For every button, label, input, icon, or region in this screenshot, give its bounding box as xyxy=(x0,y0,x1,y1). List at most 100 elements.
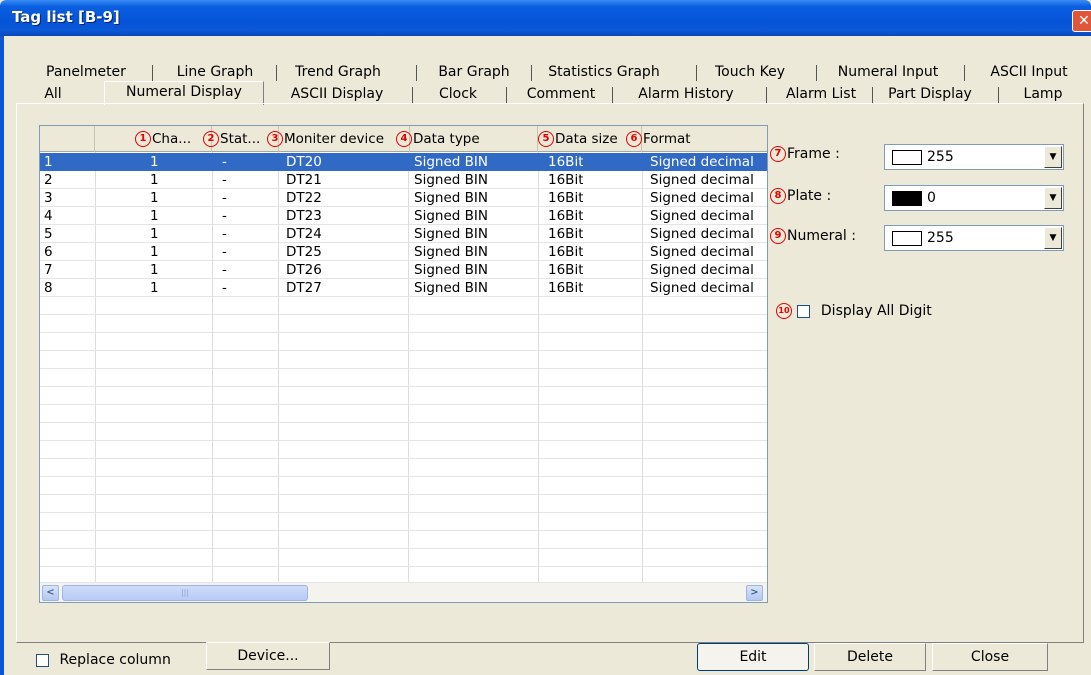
numeral-color-select[interactable]: 255 ▼ xyxy=(884,225,1064,251)
numeral-label: Numeral : xyxy=(787,228,856,244)
cell-device: DT23 xyxy=(286,208,322,224)
table-row[interactable]: 5 1 - DT24 Signed BIN 16Bit Signed decim… xyxy=(40,225,767,243)
tab-separator xyxy=(816,65,817,81)
table-row[interactable]: 6 1 - DT25 Signed BIN 16Bit Signed decim… xyxy=(40,243,767,261)
tab-statistics-graph[interactable]: Statistics Graph xyxy=(539,62,669,82)
cell-index: 2 xyxy=(44,172,53,188)
header-monitor-device[interactable]: 3 Moniter device xyxy=(267,126,410,152)
grid-row-line xyxy=(40,314,767,315)
grid-row-line xyxy=(40,404,767,405)
tab-line-graph[interactable]: Line Graph xyxy=(170,62,260,82)
title-bar: Tag list [B-9] xyxy=(0,0,1091,36)
chevron-down-icon[interactable]: ▼ xyxy=(1044,227,1062,249)
close-button[interactable]: Close xyxy=(932,643,1048,671)
tab-part-display[interactable]: Part Display xyxy=(878,84,982,104)
replace-column-checkbox[interactable] xyxy=(36,653,49,667)
tab-panelmeter[interactable]: Panelmeter xyxy=(40,62,132,82)
header-format[interactable]: 6 Format xyxy=(626,126,767,152)
cell-station: - xyxy=(222,244,227,260)
tab-alarm-list[interactable]: Alarm List xyxy=(780,84,862,104)
grid-row-line xyxy=(40,350,767,351)
header-channel[interactable]: 1 Cha... xyxy=(95,126,212,152)
tab-ascii-display[interactable]: ASCII Display xyxy=(284,84,390,104)
chevron-down-icon[interactable]: ▼ xyxy=(1044,146,1062,168)
close-window-icon[interactable]: ✕ xyxy=(1072,10,1091,32)
cell-data-type: Signed BIN xyxy=(414,226,488,242)
cell-station: - xyxy=(222,280,227,296)
tab-trend-graph[interactable]: Trend Graph xyxy=(286,62,390,82)
delete-button[interactable]: Delete xyxy=(814,643,926,671)
tab-separator xyxy=(531,65,532,81)
table-row[interactable]: 1 1 - DT20 Signed BIN 16Bit Signed decim… xyxy=(40,153,767,171)
frame-color-select[interactable]: 255 ▼ xyxy=(884,144,1064,170)
cell-data-size: 16Bit xyxy=(548,172,584,188)
grid-row-line xyxy=(40,422,767,423)
marker-7-icon: 7 xyxy=(770,146,786,162)
tab-separator xyxy=(872,87,873,103)
device-button[interactable]: Device... xyxy=(206,642,330,670)
grid-row-line xyxy=(40,458,767,459)
cell-device: DT27 xyxy=(286,280,322,296)
cell-format: Signed decimal xyxy=(650,226,754,242)
cell-station: - xyxy=(222,262,227,278)
replace-column-group[interactable]: Replace column xyxy=(36,652,171,668)
frame-color-value: 255 xyxy=(927,149,954,165)
cell-format: Signed decimal xyxy=(650,244,754,260)
tab-separator xyxy=(964,65,965,81)
plate-color-value: 0 xyxy=(927,190,936,206)
tab-numeral-display[interactable]: Numeral Display xyxy=(104,81,264,105)
grid-row-line xyxy=(40,512,767,513)
tab-alarm-history[interactable]: Alarm History xyxy=(626,84,746,104)
tab-separator xyxy=(696,65,697,81)
edit-button[interactable]: Edit xyxy=(697,643,809,671)
numeral-color-swatch xyxy=(892,231,922,246)
table-row[interactable]: 4 1 - DT23 Signed BIN 16Bit Signed decim… xyxy=(40,207,767,225)
cell-station: - xyxy=(222,208,227,224)
header-data-type[interactable]: 4 Data type xyxy=(396,126,538,152)
horizontal-scrollbar[interactable]: < ||| > xyxy=(40,582,767,602)
tab-numeral-input[interactable]: Numeral Input xyxy=(836,62,940,82)
cell-format: Signed decimal xyxy=(650,190,754,206)
cell-channel: 1 xyxy=(150,208,159,224)
tab-touch-key[interactable]: Touch Key xyxy=(710,62,790,82)
display-all-digit-checkbox[interactable] xyxy=(797,304,811,318)
display-all-digit-group[interactable]: 10 Display All Digit xyxy=(776,303,932,319)
scroll-right-icon[interactable]: > xyxy=(746,585,763,601)
tab-separator xyxy=(766,87,767,103)
window-border xyxy=(0,36,4,675)
cell-format: Signed decimal xyxy=(650,280,754,296)
tab-lamp[interactable]: Lamp xyxy=(1016,84,1070,104)
grid-row-line xyxy=(40,548,767,549)
scroll-left-icon[interactable]: < xyxy=(42,585,59,601)
header-row-index[interactable] xyxy=(40,126,95,152)
table-row[interactable]: 2 1 - DT21 Signed BIN 16Bit Signed decim… xyxy=(40,171,767,189)
table-row[interactable]: 3 1 - DT22 Signed BIN 16Bit Signed decim… xyxy=(40,189,767,207)
tab-all[interactable]: All xyxy=(38,84,68,104)
plate-color-select[interactable]: 0 ▼ xyxy=(884,185,1064,211)
cell-channel: 1 xyxy=(150,190,159,206)
numeral-color-value: 255 xyxy=(927,230,954,246)
tab-ascii-input[interactable]: ASCII Input xyxy=(984,62,1074,82)
marker-3-icon: 3 xyxy=(267,131,283,147)
tab-comment[interactable]: Comment xyxy=(516,84,606,104)
tag-list-grid[interactable]: 1 Cha... 2 Stat... 3 Moniter device 4 Data t… xyxy=(39,125,768,603)
scroll-thumb[interactable]: ||| xyxy=(62,585,308,601)
grid-row-line xyxy=(40,386,767,387)
table-row[interactable]: 7 1 - DT26 Signed BIN 16Bit Signed decim… xyxy=(40,261,767,279)
cell-data-type: Signed BIN xyxy=(414,190,488,206)
cell-channel: 1 xyxy=(150,262,159,278)
marker-8-icon: 8 xyxy=(770,188,786,204)
tab-clock[interactable]: Clock xyxy=(430,84,486,104)
cell-format: Signed decimal xyxy=(650,208,754,224)
chevron-down-icon[interactable]: ▼ xyxy=(1044,187,1062,209)
grid-row-line xyxy=(40,530,767,531)
tab-bar-graph[interactable]: Bar Graph xyxy=(432,62,516,82)
cell-data-size: 16Bit xyxy=(548,154,584,170)
frame-label: Frame : xyxy=(787,146,840,162)
cell-data-type: Signed BIN xyxy=(414,154,488,170)
table-row[interactable]: 8 1 - DT27 Signed BIN 16Bit Signed decim… xyxy=(40,279,767,297)
cell-data-size: 16Bit xyxy=(548,226,584,242)
cell-device: DT26 xyxy=(286,262,322,278)
cell-data-size: 16Bit xyxy=(548,208,584,224)
cell-channel: 1 xyxy=(150,154,159,170)
